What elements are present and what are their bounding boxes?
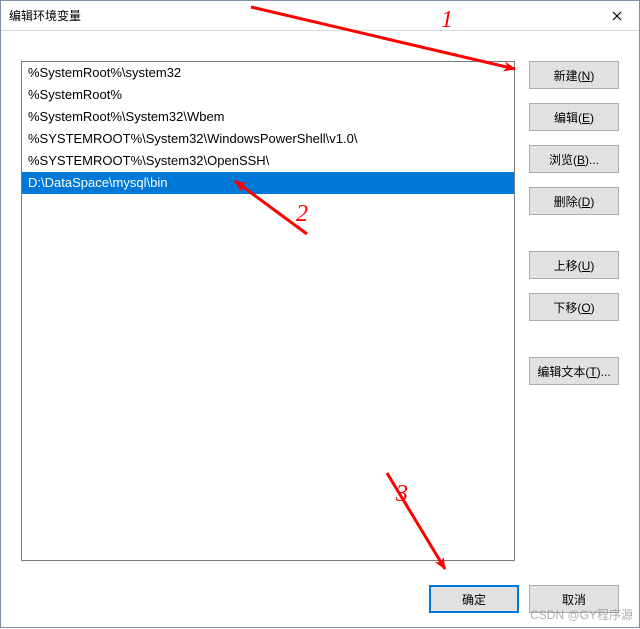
edit-text-button[interactable]: 编辑文本(T)...: [529, 357, 619, 385]
button-label: 上移(U): [554, 257, 595, 274]
button-label: 浏览(B)...: [549, 151, 599, 168]
button-label: 新建(N): [554, 67, 595, 84]
content-area: %SystemRoot%\system32%SystemRoot%%System…: [21, 41, 619, 613]
path-listbox[interactable]: %SystemRoot%\system32%SystemRoot%%System…: [21, 61, 515, 561]
ok-button[interactable]: 确定: [429, 585, 519, 613]
move-down-button[interactable]: 下移(O): [529, 293, 619, 321]
edit-button[interactable]: 编辑(E): [529, 103, 619, 131]
list-item[interactable]: %SYSTEMROOT%\System32\WindowsPowerShell\…: [22, 128, 514, 150]
button-column: 新建(N) 编辑(E) 浏览(B)... 删除(D) 上移(U) 下移(O): [529, 61, 619, 385]
close-icon: [612, 11, 622, 21]
dialog-footer: 确定 取消: [429, 585, 619, 613]
list-item[interactable]: %SYSTEMROOT%\System32\OpenSSH\: [22, 150, 514, 172]
list-item[interactable]: %SystemRoot%\System32\Wbem: [22, 106, 514, 128]
delete-button[interactable]: 删除(D): [529, 187, 619, 215]
cancel-button[interactable]: 取消: [529, 585, 619, 613]
list-item[interactable]: %SystemRoot%: [22, 84, 514, 106]
button-label: 下移(O): [553, 299, 594, 316]
browse-button[interactable]: 浏览(B)...: [529, 145, 619, 173]
list-item[interactable]: D:\DataSpace\mysql\bin: [22, 172, 514, 194]
button-label: 删除(D): [554, 193, 595, 210]
button-label: 编辑文本(T)...: [537, 363, 610, 380]
dialog-edit-environment-variable: 编辑环境变量 %SystemRoot%\system32%SystemRoot%…: [0, 0, 640, 628]
titlebar: 编辑环境变量: [1, 1, 639, 31]
new-button[interactable]: 新建(N): [529, 61, 619, 89]
button-label: 编辑(E): [554, 109, 594, 126]
move-up-button[interactable]: 上移(U): [529, 251, 619, 279]
close-button[interactable]: [594, 1, 639, 31]
window-title: 编辑环境变量: [9, 7, 81, 24]
list-item[interactable]: %SystemRoot%\system32: [22, 62, 514, 84]
button-label: 取消: [562, 591, 586, 608]
button-label: 确定: [462, 591, 486, 608]
